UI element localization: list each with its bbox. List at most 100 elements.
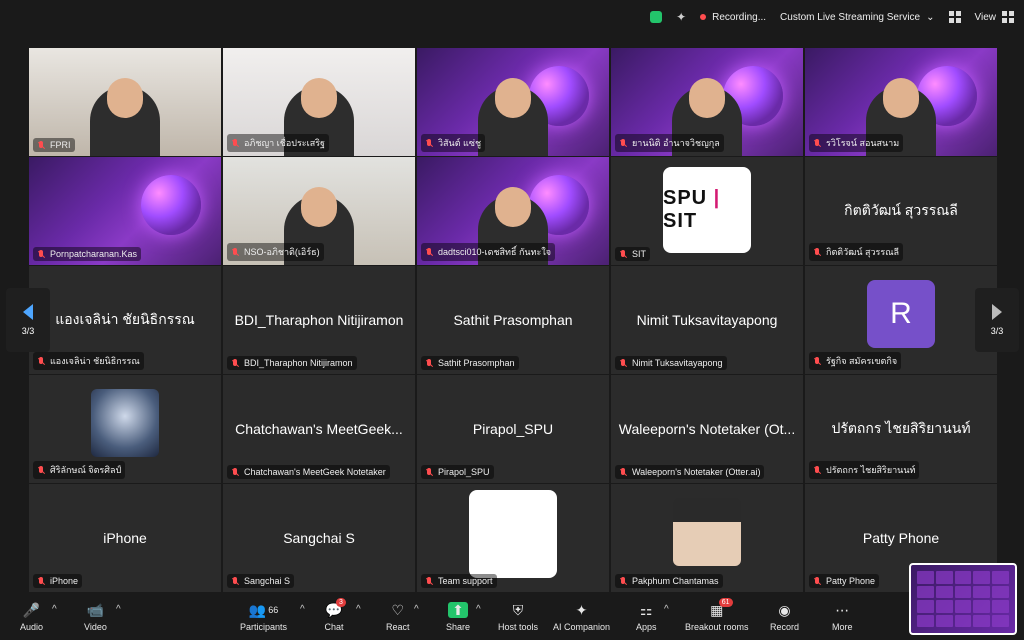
- chat-badge: 3: [336, 598, 346, 607]
- chat-label: Chat: [324, 622, 344, 632]
- participants-options-caret[interactable]: ^: [300, 604, 305, 615]
- apps-label: Apps: [636, 622, 657, 632]
- participant-tile[interactable]: Sathit Prasomphan Sathit Prasomphan: [417, 266, 609, 374]
- participant-tile[interactable]: Pornpatcharanan.Kas: [29, 157, 221, 265]
- muted-mic-icon: [231, 247, 240, 257]
- chat-button[interactable]: 💬 3 Chat: [324, 598, 346, 632]
- view-label: View: [974, 11, 997, 23]
- participant-tile[interactable]: กิตติวัฒน์ สุวรรณลี กิตติวัฒน์ สุวรรณลี: [805, 157, 997, 265]
- participant-tile[interactable]: dadtsci010-เดชสิทธิ์ กันทะใจ: [417, 157, 609, 265]
- participant-name-label: กิตติวัฒน์ สุวรรณลี: [809, 243, 904, 261]
- apps-options-caret[interactable]: ^: [664, 604, 669, 615]
- participant-name-label: Waleeporn's Notetaker (Otter.ai): [615, 465, 765, 479]
- share-options-caret[interactable]: ^: [476, 604, 481, 615]
- participant-tile[interactable]: แองเจลิน่า ชัยนิธิกรรณ แองเจลิน่า ชัยนิธิ…: [29, 266, 221, 374]
- participant-name: FPRI: [50, 140, 71, 150]
- audio-button[interactable]: 🎤 Audio: [20, 602, 44, 633]
- participant-tile[interactable]: รวิโรจน์ สอนสนาม: [805, 48, 997, 156]
- participant-tile[interactable]: Chatchawan's MeetGeek... Chatchawan's Mee…: [223, 375, 415, 483]
- video-button[interactable]: 📹 Video: [84, 602, 107, 633]
- participant-name-center: Pirapol_SPU: [472, 421, 554, 437]
- muted-mic-icon: [231, 576, 240, 586]
- ai-companion-label: AI Companion: [553, 622, 611, 632]
- participant-name: ยานนิติ อำนาจวิชญกุล: [632, 138, 720, 148]
- participant-name-label: Sangchai S: [227, 574, 295, 588]
- stream-label: Custom Live Streaming Service: [780, 11, 921, 23]
- participant-tile[interactable]: R รัฐกิจ สมัครเขตกิจ: [805, 266, 997, 374]
- chevron-left-icon: [23, 304, 33, 320]
- next-page-button[interactable]: 3/3: [975, 288, 1019, 352]
- participant-name-label: รวิโรจน์ สอนสนาม: [809, 134, 904, 152]
- host-tools-button[interactable]: ⛨ Host tools: [498, 601, 538, 633]
- muted-mic-icon: [37, 140, 46, 150]
- audio-options-caret[interactable]: ^: [52, 604, 57, 615]
- participant-tile[interactable]: Nimit Tuksavitayapong Nimit Tuksavitayapo…: [611, 266, 803, 374]
- participant-face: [495, 78, 531, 118]
- grid-icon[interactable]: [948, 11, 961, 23]
- participant-tile[interactable]: Waleeporn's Notetaker (Ot... Waleeporn's …: [611, 375, 803, 483]
- participant-tile[interactable]: NSO-อภิชาติ(เอิร์ธ): [223, 157, 415, 265]
- participant-name-center: Nimit Tuksavitayapong: [636, 312, 778, 328]
- previous-page-button[interactable]: 3/3: [6, 288, 50, 352]
- more-label: More: [832, 622, 853, 632]
- recording-text: Recording...: [712, 11, 767, 23]
- participant-name-center: Chatchawan's MeetGeek...: [235, 421, 403, 437]
- muted-mic-icon: [813, 576, 822, 586]
- participant-face: [301, 187, 337, 227]
- muted-mic-icon: [619, 138, 628, 148]
- participant-tile[interactable]: Sangchai S Sangchai S: [223, 484, 415, 592]
- participant-name: Team support: [438, 576, 493, 586]
- muted-mic-icon: [425, 247, 434, 257]
- participant-name: รวิโรจน์ สอนสนาม: [826, 138, 900, 148]
- breakout-rooms-button[interactable]: ▦ 61 Breakout rooms: [685, 598, 749, 632]
- ai-companion-button[interactable]: ✦ AI Companion: [553, 602, 611, 633]
- participant-tile[interactable]: ยานนิติ อำนาจวิชญกุล: [611, 48, 803, 156]
- participant-name-label: BDI_Tharaphon Nitijiramon: [227, 356, 357, 370]
- audio-label: Audio: [20, 622, 44, 632]
- view-button[interactable]: View: [974, 11, 1014, 23]
- participant-tile[interactable]: Pakphum Chantamas: [611, 484, 803, 592]
- participant-name: BDI_Tharaphon Nitijiramon: [244, 358, 353, 368]
- participant-tile[interactable]: Pirapol_SPU Pirapol_SPU: [417, 375, 609, 483]
- react-options-caret[interactable]: ^: [414, 604, 419, 615]
- chat-options-caret[interactable]: ^: [356, 604, 361, 615]
- shield-icon[interactable]: [650, 11, 663, 23]
- muted-mic-icon: [425, 358, 434, 368]
- muted-mic-icon: [37, 576, 46, 586]
- record-button[interactable]: ◉ Record: [770, 602, 799, 633]
- sparkle-icon[interactable]: ✦: [676, 10, 686, 24]
- muted-mic-icon: [813, 465, 822, 475]
- apps-button[interactable]: ⚏ Apps: [636, 602, 657, 633]
- participants-button[interactable]: 👥 66 Participants: [240, 602, 287, 633]
- heart-icon: ♡: [391, 601, 405, 618]
- participant-tile[interactable]: ปรัตถกร ไชยสิริยานนท์ ปรัตถกร ไชยสิริยานน…: [805, 375, 997, 483]
- breakout-badge: 61: [718, 598, 733, 607]
- participant-name-label: Patty Phone: [809, 574, 880, 588]
- video-options-caret[interactable]: ^: [116, 604, 121, 615]
- self-view-thumbnail[interactable]: [909, 563, 1017, 635]
- participant-tile[interactable]: ศิริลักษณ์ จิตรศิลป์: [29, 375, 221, 483]
- participant-name: รัฐกิจ สมัครเขตกิจ: [826, 356, 898, 366]
- react-button[interactable]: ♡ React: [386, 601, 410, 633]
- participant-tile[interactable]: SPU | SIT SIT: [611, 157, 803, 265]
- thumbnail-grid: [917, 571, 1009, 627]
- muted-mic-icon: [231, 138, 240, 148]
- participant-tile[interactable]: อภิชญา เชื่อประเสริฐ: [223, 48, 415, 156]
- participant-tile[interactable]: FPRI: [29, 48, 221, 156]
- participant-tile[interactable]: Team support: [417, 484, 609, 592]
- participant-name-label: ปรัตถกร ไชยสิริยานนท์: [809, 461, 920, 479]
- muted-mic-icon: [813, 356, 822, 366]
- profile-photo: [91, 389, 159, 457]
- more-button[interactable]: ⋯ More: [832, 602, 853, 633]
- stream-dropdown[interactable]: Custom Live Streaming Service ⌄: [780, 12, 934, 23]
- participant-tile[interactable]: iPhone iPhone: [29, 484, 221, 592]
- recording-indicator[interactable]: Recording...: [700, 12, 766, 23]
- participant-name-center: Sathit Prasomphan: [453, 312, 573, 328]
- muted-mic-icon: [813, 138, 822, 148]
- share-button[interactable]: ⬆ Share: [446, 602, 470, 633]
- shield-icon: ⛨: [512, 601, 524, 618]
- participant-name-label: FPRI: [33, 138, 75, 152]
- participant-name: dadtsci010-เดชสิทธิ์ กันทะใจ: [438, 247, 552, 257]
- participant-tile[interactable]: BDI_Tharaphon Nitijiramon BDI_Tharaphon N…: [223, 266, 415, 374]
- participant-tile[interactable]: วิสันต์ แซ่ชู: [417, 48, 609, 156]
